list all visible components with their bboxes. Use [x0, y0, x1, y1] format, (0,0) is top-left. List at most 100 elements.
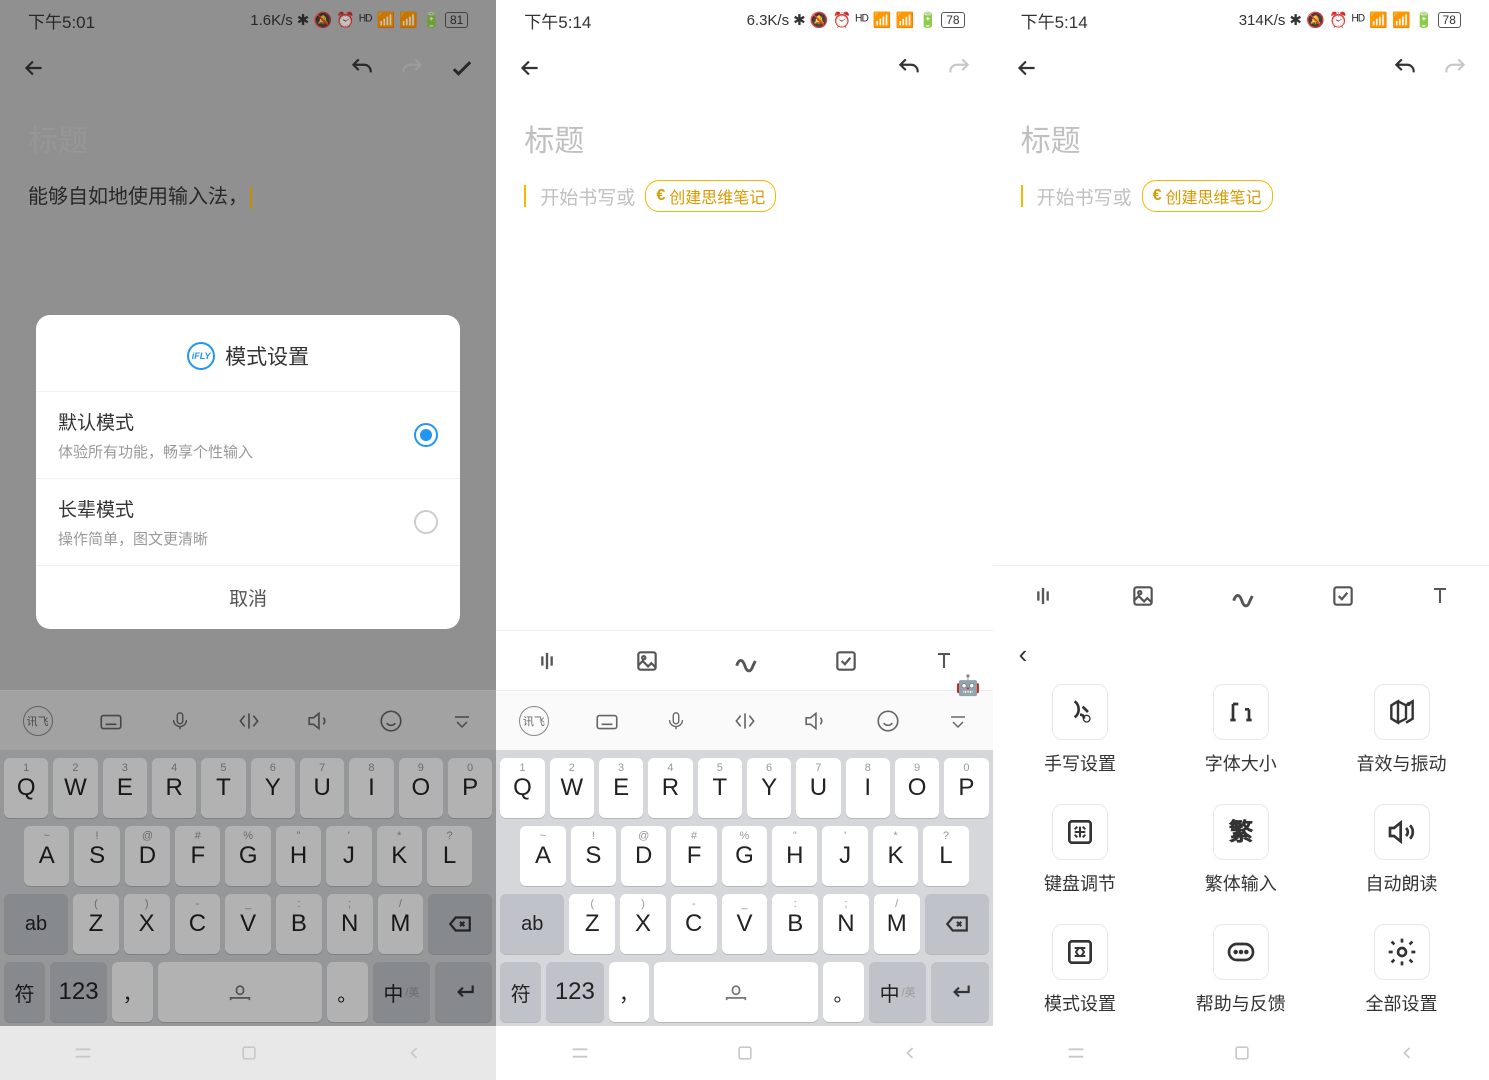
key-L[interactable]: ?L — [427, 826, 472, 886]
key-M[interactable]: /M — [378, 894, 424, 954]
create-mindmap-chip[interactable]: €创建思维笔记 — [645, 180, 776, 212]
key-B[interactable]: :B — [772, 894, 818, 954]
key-V[interactable]: _V — [225, 894, 271, 954]
key-K[interactable]: *K — [873, 826, 918, 886]
key-U[interactable]: 7U — [796, 758, 840, 818]
nav-menu-icon[interactable] — [569, 1042, 591, 1064]
text-format-icon[interactable] — [1428, 584, 1452, 608]
checkbox-icon[interactable] — [1330, 583, 1356, 609]
key-123[interactable]: 123 — [546, 962, 603, 1022]
key-H[interactable]: "H — [276, 826, 321, 886]
checkbox-icon[interactable] — [833, 648, 859, 674]
image-icon[interactable] — [634, 648, 660, 674]
key-W[interactable]: 2W — [53, 758, 97, 818]
key-123[interactable]: 123 — [50, 962, 107, 1022]
option-default-mode[interactable]: 默认模式 体验所有功能，畅享个性输入 — [36, 391, 460, 478]
key-J[interactable]: 'J — [822, 826, 867, 886]
key-D[interactable]: @D — [621, 826, 666, 886]
back-icon[interactable] — [16, 50, 52, 86]
key-I[interactable]: 8I — [846, 758, 890, 818]
cancel-button[interactable]: 取消 — [36, 565, 460, 629]
key-I[interactable]: 8I — [349, 758, 393, 818]
key-enter[interactable] — [931, 962, 988, 1022]
key-period[interactable]: 。 — [327, 962, 368, 1022]
option-elder-mode[interactable]: 长辈模式 操作简单，图文更清晰 — [36, 478, 460, 565]
key-case[interactable]: ab — [4, 894, 68, 954]
key-enter[interactable] — [435, 962, 492, 1022]
key-F[interactable]: #F — [671, 826, 716, 886]
nav-menu-icon[interactable] — [72, 1042, 94, 1064]
key-lang[interactable]: 中/英 — [869, 962, 926, 1022]
setting-8[interactable]: 全部设置 — [1332, 924, 1471, 1016]
mic-icon[interactable] — [665, 708, 687, 734]
key-F[interactable]: #F — [175, 826, 220, 886]
key-D[interactable]: @D — [125, 826, 170, 886]
setting-5[interactable]: 自动朗读 — [1332, 804, 1471, 896]
cursor-move-icon[interactable] — [236, 708, 262, 734]
nav-back-icon[interactable] — [900, 1043, 920, 1063]
create-mindmap-chip[interactable]: €创建思维笔记 — [1142, 180, 1273, 212]
key-T[interactable]: 5T — [201, 758, 245, 818]
nav-back-icon[interactable] — [1397, 1043, 1417, 1063]
nav-home-icon[interactable] — [735, 1043, 755, 1063]
emoji-icon[interactable] — [875, 708, 901, 734]
key-K[interactable]: *K — [377, 826, 422, 886]
key-period[interactable]: 。 — [823, 962, 864, 1022]
key-P[interactable]: 0P — [448, 758, 492, 818]
voice-wave-icon[interactable] — [1029, 582, 1057, 610]
key-lang[interactable]: 中/英 — [373, 962, 430, 1022]
key-comma[interactable]: ， — [112, 962, 153, 1022]
key-backspace[interactable] — [925, 894, 989, 954]
key-O[interactable]: 9O — [895, 758, 939, 818]
key-comma[interactable]: ， — [609, 962, 650, 1022]
collapse-icon[interactable] — [450, 709, 474, 733]
scribble-icon[interactable] — [732, 647, 760, 675]
cursor-move-icon[interactable] — [732, 708, 758, 734]
setting-7[interactable]: 帮助与反馈 — [1171, 924, 1310, 1016]
key-B[interactable]: :B — [276, 894, 322, 954]
mic-icon[interactable] — [169, 708, 191, 734]
key-J[interactable]: 'J — [326, 826, 371, 886]
keyboard-icon[interactable] — [98, 708, 124, 734]
voice-wave-icon[interactable] — [533, 647, 561, 675]
key-space[interactable] — [158, 962, 322, 1022]
confirm-icon[interactable] — [444, 50, 480, 86]
key-Z[interactable]: (Z — [73, 894, 119, 954]
body-input[interactable]: 开始书写或 €创建思维笔记 — [524, 180, 964, 212]
key-space[interactable] — [654, 962, 818, 1022]
key-G[interactable]: %G — [225, 826, 270, 886]
undo-icon[interactable] — [891, 50, 927, 86]
body-input[interactable]: 开始书写或 €创建思维笔记 — [1021, 180, 1461, 212]
key-T[interactable]: 5T — [698, 758, 742, 818]
key-S[interactable]: !S — [74, 826, 119, 886]
key-symbol[interactable]: 符 — [4, 962, 45, 1022]
key-E[interactable]: 3E — [599, 758, 643, 818]
back-icon[interactable] — [512, 50, 548, 86]
key-Z[interactable]: (Z — [569, 894, 615, 954]
radio-selected-icon[interactable] — [414, 423, 438, 447]
nav-home-icon[interactable] — [239, 1043, 259, 1063]
key-M[interactable]: /M — [874, 894, 920, 954]
key-symbol[interactable]: 符 — [500, 962, 541, 1022]
emoji-icon[interactable] — [378, 708, 404, 734]
key-S[interactable]: !S — [571, 826, 616, 886]
key-X[interactable]: )X — [620, 894, 666, 954]
key-G[interactable]: %G — [722, 826, 767, 886]
collapse-icon[interactable] — [946, 709, 970, 733]
image-icon[interactable] — [1130, 583, 1156, 609]
key-A[interactable]: ~A — [520, 826, 565, 886]
emoji-badge-icon[interactable]: 🤖 — [956, 673, 981, 698]
speaker-icon[interactable] — [804, 708, 830, 734]
key-H[interactable]: "H — [772, 826, 817, 886]
undo-icon[interactable] — [344, 50, 380, 86]
key-backspace[interactable] — [428, 894, 492, 954]
title-input[interactable]: 标题 — [1021, 116, 1461, 160]
radio-unselected-icon[interactable] — [414, 510, 438, 534]
key-N[interactable]: ;N — [823, 894, 869, 954]
key-Y[interactable]: 6Y — [251, 758, 295, 818]
key-E[interactable]: 3E — [103, 758, 147, 818]
key-Y[interactable]: 6Y — [747, 758, 791, 818]
key-W[interactable]: 2W — [550, 758, 594, 818]
title-input[interactable]: 标题 — [28, 116, 468, 160]
setting-4[interactable]: 繁繁体输入 — [1171, 804, 1310, 896]
